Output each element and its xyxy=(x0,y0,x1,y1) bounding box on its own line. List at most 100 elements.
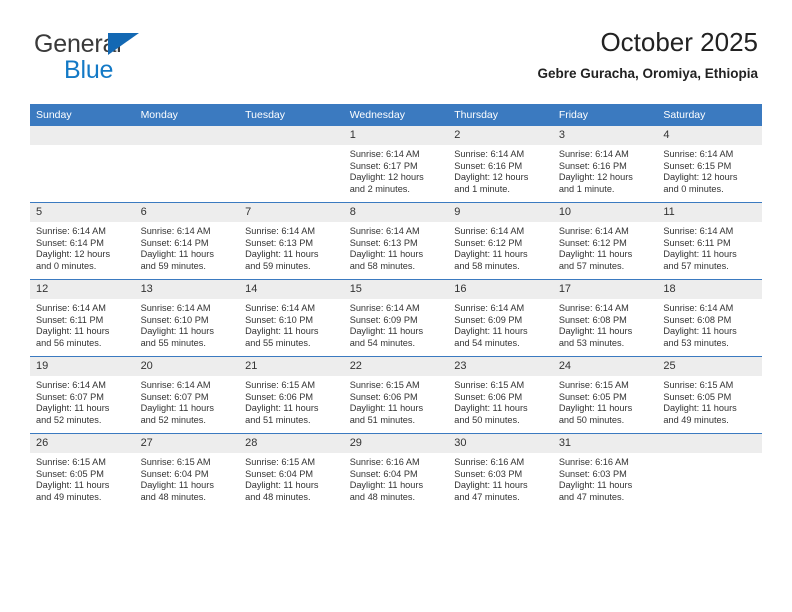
calendar-day-cell-empty xyxy=(657,433,762,510)
calendar-day-cell[interactable]: 13 Sunrise: 6:14 AM Sunset: 6:10 PM Dayligh… xyxy=(134,279,240,357)
calendar-day-cell[interactable]: 19 Sunrise: 6:14 AM Sunset: 6:07 PM Dayligh… xyxy=(30,356,135,434)
day-detail-line: and 0 minutes. xyxy=(663,183,724,194)
day-detail-line: Sunrise: 6:14 AM xyxy=(454,226,525,236)
calendar-day-cell[interactable]: 4 Sunrise: 6:14 AM Sunset: 6:15 PM Daylight… xyxy=(657,126,762,203)
day-details xyxy=(239,145,344,149)
calendar-day-cell[interactable]: 29 Sunrise: 6:16 AM Sunset: 6:04 PM Dayligh… xyxy=(343,433,449,510)
calendar-day-cell[interactable]: 23 Sunrise: 6:15 AM Sunset: 6:06 PM Dayligh… xyxy=(448,356,553,434)
day-detail-line: Sunrise: 6:14 AM xyxy=(36,380,106,390)
day-details: Sunrise: 6:14 AM Sunset: 6:07 PM Daylight:… xyxy=(135,376,240,426)
day-details: Sunrise: 6:14 AM Sunset: 6:16 PM Daylight:… xyxy=(448,145,553,195)
day-number: 30 xyxy=(448,434,553,453)
calendar-day-cell[interactable]: 17 Sunrise: 6:14 AM Sunset: 6:08 PM Dayligh… xyxy=(552,279,658,357)
day-detail-line: and 52 minutes. xyxy=(36,414,102,425)
page-header: General Blue October 2025 Gebre Guracha,… xyxy=(34,26,758,96)
day-detail-line: Sunset: 6:07 PM xyxy=(36,391,104,402)
day-detail-line: Sunrise: 6:14 AM xyxy=(663,149,734,159)
calendar-day-cell[interactable]: 6 Sunrise: 6:14 AM Sunset: 6:14 PM Daylight… xyxy=(134,202,240,280)
calendar-week-row: 26 Sunrise: 6:15 AM Sunset: 6:05 PM Dayligh… xyxy=(30,433,762,510)
day-details: Sunrise: 6:15 AM Sunset: 6:05 PM Daylight:… xyxy=(30,453,135,503)
calendar-day-cell[interactable]: 11 Sunrise: 6:14 AM Sunset: 6:11 PM Dayligh… xyxy=(657,202,762,280)
day-detail-line: and 50 minutes. xyxy=(558,414,625,425)
day-detail-line: and 59 minutes. xyxy=(140,260,206,271)
calendar-day-cell[interactable]: 10 Sunrise: 6:14 AM Sunset: 6:12 PM Dayligh… xyxy=(552,202,658,280)
calendar-day-cell-empty xyxy=(30,126,135,203)
day-detail-line: Sunset: 6:06 PM xyxy=(245,391,314,402)
day-number: 15 xyxy=(343,280,449,299)
weekday-header-tuesday: Tuesday xyxy=(239,104,344,126)
calendar-week-row: 5 Sunrise: 6:14 AM Sunset: 6:14 PM Daylight… xyxy=(30,202,762,280)
day-detail-line: Daylight: 11 hours xyxy=(558,326,633,337)
day-detail-line: and 57 minutes. xyxy=(558,260,625,271)
day-details: Sunrise: 6:14 AM Sunset: 6:14 PM Daylight:… xyxy=(135,222,240,272)
day-number xyxy=(134,126,240,145)
day-details: Sunrise: 6:16 AM Sunset: 6:04 PM Daylight:… xyxy=(344,453,449,503)
calendar-day-cell[interactable]: 27 Sunrise: 6:15 AM Sunset: 6:04 PM Dayligh… xyxy=(134,433,240,510)
weekday-header-monday: Monday xyxy=(134,104,240,126)
day-number: 10 xyxy=(552,203,658,222)
calendar-day-cell[interactable]: 22 Sunrise: 6:15 AM Sunset: 6:06 PM Dayligh… xyxy=(343,356,449,434)
day-detail-line: Daylight: 12 hours xyxy=(663,172,738,183)
calendar-week-row: 1 Sunrise: 6:14 AM Sunset: 6:17 PM Daylight… xyxy=(30,126,762,203)
day-number: 24 xyxy=(552,357,658,376)
day-detail-line: and 55 minutes. xyxy=(140,337,206,348)
day-detail-line: Daylight: 11 hours xyxy=(663,326,737,337)
day-detail-line: Sunrise: 6:14 AM xyxy=(349,226,420,236)
day-detail-line: Daylight: 11 hours xyxy=(36,403,110,414)
day-detail-line: and 57 minutes. xyxy=(663,260,729,271)
day-detail-line: Sunset: 6:05 PM xyxy=(663,391,732,402)
calendar-page: General Blue October 2025 Gebre Guracha,… xyxy=(0,0,792,612)
calendar-day-cell[interactable]: 9 Sunrise: 6:14 AM Sunset: 6:12 PM Daylight… xyxy=(448,202,553,280)
day-number: 13 xyxy=(134,280,240,299)
day-details: Sunrise: 6:14 AM Sunset: 6:10 PM Daylight:… xyxy=(135,299,240,349)
day-detail-line: and 49 minutes. xyxy=(36,491,102,502)
day-number: 19 xyxy=(30,357,135,376)
calendar-day-cell[interactable]: 25 Sunrise: 6:15 AM Sunset: 6:05 PM Dayligh… xyxy=(657,356,762,434)
day-details: Sunrise: 6:14 AM Sunset: 6:07 PM Daylight:… xyxy=(30,376,135,426)
calendar-day-cell[interactable]: 24 Sunrise: 6:15 AM Sunset: 6:05 PM Dayligh… xyxy=(552,356,658,434)
calendar-day-cell[interactable]: 8 Sunrise: 6:14 AM Sunset: 6:13 PM Daylight… xyxy=(343,202,449,280)
day-details: Sunrise: 6:14 AM Sunset: 6:13 PM Daylight:… xyxy=(344,222,449,272)
calendar-day-cell[interactable]: 14 Sunrise: 6:14 AM Sunset: 6:10 PM Dayligh… xyxy=(239,279,344,357)
day-number: 7 xyxy=(239,203,344,222)
calendar-day-cell[interactable]: 28 Sunrise: 6:15 AM Sunset: 6:04 PM Dayligh… xyxy=(239,433,344,510)
day-detail-line: and 1 minute. xyxy=(558,183,615,194)
calendar-day-cell[interactable]: 5 Sunrise: 6:14 AM Sunset: 6:14 PM Daylight… xyxy=(30,202,135,280)
calendar-day-cell[interactable]: 31 Sunrise: 6:16 AM Sunset: 6:03 PM Dayligh… xyxy=(552,433,658,510)
calendar-day-cell[interactable]: 21 Sunrise: 6:15 AM Sunset: 6:06 PM Dayligh… xyxy=(239,356,344,434)
calendar-day-cell[interactable]: 18 Sunrise: 6:14 AM Sunset: 6:08 PM Dayligh… xyxy=(657,279,762,357)
calendar-day-cell[interactable]: 20 Sunrise: 6:14 AM Sunset: 6:07 PM Dayligh… xyxy=(134,356,240,434)
calendar-header-row: Sunday Monday Tuesday Wednesday Thursday Frid… xyxy=(30,104,762,126)
generalblue-logo[interactable]: General Blue xyxy=(34,32,234,88)
calendar-day-cell[interactable]: 26 Sunrise: 6:15 AM Sunset: 6:05 PM Dayligh… xyxy=(30,433,135,510)
day-number: 5 xyxy=(30,203,135,222)
day-detail-line: Sunset: 6:13 PM xyxy=(349,237,418,248)
calendar-day-cell[interactable]: 1 Sunrise: 6:14 AM Sunset: 6:17 PM Daylight… xyxy=(343,126,449,203)
day-details: Sunrise: 6:14 AM Sunset: 6:16 PM Daylight:… xyxy=(553,145,658,195)
calendar-day-cell[interactable]: 3 Sunrise: 6:14 AM Sunset: 6:16 PM Daylight… xyxy=(552,126,658,203)
day-detail-line: and 55 minutes. xyxy=(245,337,311,348)
day-number: 21 xyxy=(239,357,344,376)
day-details: Sunrise: 6:15 AM Sunset: 6:04 PM Daylight:… xyxy=(135,453,240,503)
day-details: Sunrise: 6:14 AM Sunset: 6:11 PM Daylight:… xyxy=(657,222,762,272)
day-number: 14 xyxy=(239,280,344,299)
weekday-header-wednesday: Wednesday xyxy=(343,104,449,126)
day-detail-line: and 48 minutes. xyxy=(140,491,206,502)
day-detail-line: Sunrise: 6:14 AM xyxy=(245,303,316,313)
day-detail-line: Daylight: 11 hours xyxy=(245,403,319,414)
calendar-day-cell[interactable]: 7 Sunrise: 6:14 AM Sunset: 6:13 PM Daylight… xyxy=(239,202,344,280)
day-detail-line: and 58 minutes. xyxy=(454,260,520,271)
day-details: Sunrise: 6:14 AM Sunset: 6:14 PM Daylight:… xyxy=(30,222,135,272)
calendar-day-cell[interactable]: 30 Sunrise: 6:16 AM Sunset: 6:03 PM Dayligh… xyxy=(448,433,553,510)
day-detail-line: and 58 minutes. xyxy=(349,260,416,271)
day-detail-line: Daylight: 12 hours xyxy=(454,172,529,183)
logo-text-blue: Blue xyxy=(64,56,114,84)
calendar-day-cell[interactable]: 16 Sunrise: 6:14 AM Sunset: 6:09 PM Dayligh… xyxy=(448,279,553,357)
weekday-header-row: Sunday Monday Tuesday Wednesday Thursday Frid… xyxy=(30,104,762,126)
calendar-day-cell[interactable]: 12 Sunrise: 6:14 AM Sunset: 6:11 PM Dayligh… xyxy=(30,279,135,357)
day-detail-line: Daylight: 11 hours xyxy=(140,403,214,414)
calendar-day-cell[interactable]: 15 Sunrise: 6:14 AM Sunset: 6:09 PM Dayligh… xyxy=(343,279,449,357)
day-detail-line: Sunrise: 6:14 AM xyxy=(454,303,525,313)
day-detail-line: and 49 minutes. xyxy=(663,414,729,425)
calendar-day-cell[interactable]: 2 Sunrise: 6:14 AM Sunset: 6:16 PM Daylight… xyxy=(448,126,553,203)
